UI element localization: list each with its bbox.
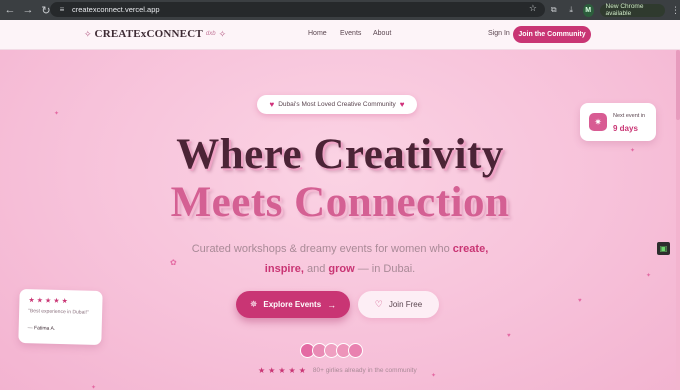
review-card: ★★★★★ "Best experience in Dubai!" — Fati… <box>18 288 103 346</box>
forward-icon[interactable]: → <box>20 2 36 18</box>
social-proof: ★★★★★ 80+ girlies already in the communi… <box>258 366 417 375</box>
nav-about[interactable]: About <box>373 30 391 37</box>
bookmark-star-icon[interactable]: ☆ <box>529 3 537 14</box>
hero-subtitle: Curated workshops & dreamy events for wo… <box>170 239 510 279</box>
logo-suffix: dxb <box>205 31 216 37</box>
heart-outline-icon: ♡ <box>374 299 383 309</box>
site-header: ✧ CREATExCONNECT dxb ✧ Home Events About… <box>0 20 680 50</box>
sparkle-icon: ✦ <box>54 111 60 117</box>
community-badge: ♥ Dubai's Most Loved Creative Community … <box>257 95 417 114</box>
join-free-label: Join Free <box>388 300 423 309</box>
sparkle-icon: ✷ <box>589 113 607 131</box>
scrollbar-thumb[interactable] <box>676 50 680 120</box>
explore-events-button[interactable]: ✵ Explore Events → <box>236 291 350 318</box>
address-bar[interactable]: ≡ createxconnect.vercel.app ☆ <box>50 2 545 17</box>
heart-icon: ♥ <box>269 100 275 109</box>
subtitle-text: Curated workshops & dreamy events for wo… <box>191 243 453 255</box>
more-menu-icon[interactable]: ⋮ <box>671 5 680 16</box>
nav-events[interactable]: Events <box>340 30 361 37</box>
subtitle-inspire: inspire, <box>264 263 304 275</box>
subtitle-text: and <box>303 263 329 275</box>
hero-title-line2: Meets Connection <box>170 179 510 226</box>
arrow-right-icon: → <box>327 299 337 310</box>
member-avatars <box>300 343 363 358</box>
join-free-button[interactable]: ♡ Join Free <box>358 291 439 318</box>
sparkle-icon: ✦ <box>91 385 97 390</box>
sparkle-icon: ✧ <box>218 28 227 39</box>
explore-events-label: Explore Events <box>263 300 322 309</box>
download-icon[interactable]: ⤓ <box>565 3 576 17</box>
sparkle-icon: ✦ <box>431 373 437 379</box>
hero-section: ✦ ✿ ✦ ♥ ✦ ♥ ✦ ✦ ♥ Dubai's Most Loved Cre… <box>0 50 680 390</box>
back-icon[interactable]: ← <box>2 2 18 18</box>
chrome-update-button[interactable]: New Chrome available <box>599 3 665 17</box>
extensions-icon[interactable]: ⧉ <box>548 3 559 17</box>
hero-title-line1: Where Creativity <box>176 131 504 178</box>
review-author: — Fatima A. <box>27 325 56 332</box>
rating-stars: ★★★★★ <box>28 297 70 306</box>
sparkles-icon: ✵ <box>249 299 258 309</box>
logo-text: CREATExCONNECT <box>94 28 203 40</box>
social-proof-text: 80+ girlies already in the community <box>312 367 417 374</box>
site-info-icon[interactable]: ≡ <box>55 5 69 14</box>
next-event-label: Next event in <box>613 113 646 119</box>
next-event-value: 9 days <box>613 124 638 133</box>
profile-avatar[interactable]: M <box>582 3 594 17</box>
subtitle-grow: grow <box>328 263 355 275</box>
extension-widget-icon[interactable]: ▣ <box>657 242 670 255</box>
sparkle-icon: ✧ <box>84 28 92 39</box>
badge-text: Dubai's Most Loved Creative Community <box>278 101 396 108</box>
heart-icon: ♥ <box>507 333 511 339</box>
nav-home[interactable]: Home <box>308 30 327 37</box>
next-event-card: ✷ Next event in 9 days <box>580 103 656 141</box>
subtitle-create: create, <box>452 243 489 255</box>
member-avatar <box>348 343 363 358</box>
browser-toolbar: ← → ↻ ≡ createxconnect.vercel.app ☆ ⧉ ⤓ … <box>0 0 680 20</box>
sparkle-icon: ✦ <box>646 273 652 279</box>
site-logo[interactable]: ✧ CREATExCONNECT dxb ✧ <box>84 28 226 40</box>
heart-icon: ♥ <box>578 298 582 304</box>
url-text[interactable]: createxconnect.vercel.app <box>72 5 160 14</box>
heart-icon: ♥ <box>399 100 405 109</box>
join-community-button[interactable]: Join the Community <box>513 26 591 43</box>
subtitle-text: — in Dubai. <box>354 263 416 275</box>
sign-in-link[interactable]: Sign In <box>488 30 510 37</box>
rating-stars: ★★★★★ <box>258 366 309 375</box>
review-quote: "Best experience in Dubai!" <box>28 308 89 316</box>
